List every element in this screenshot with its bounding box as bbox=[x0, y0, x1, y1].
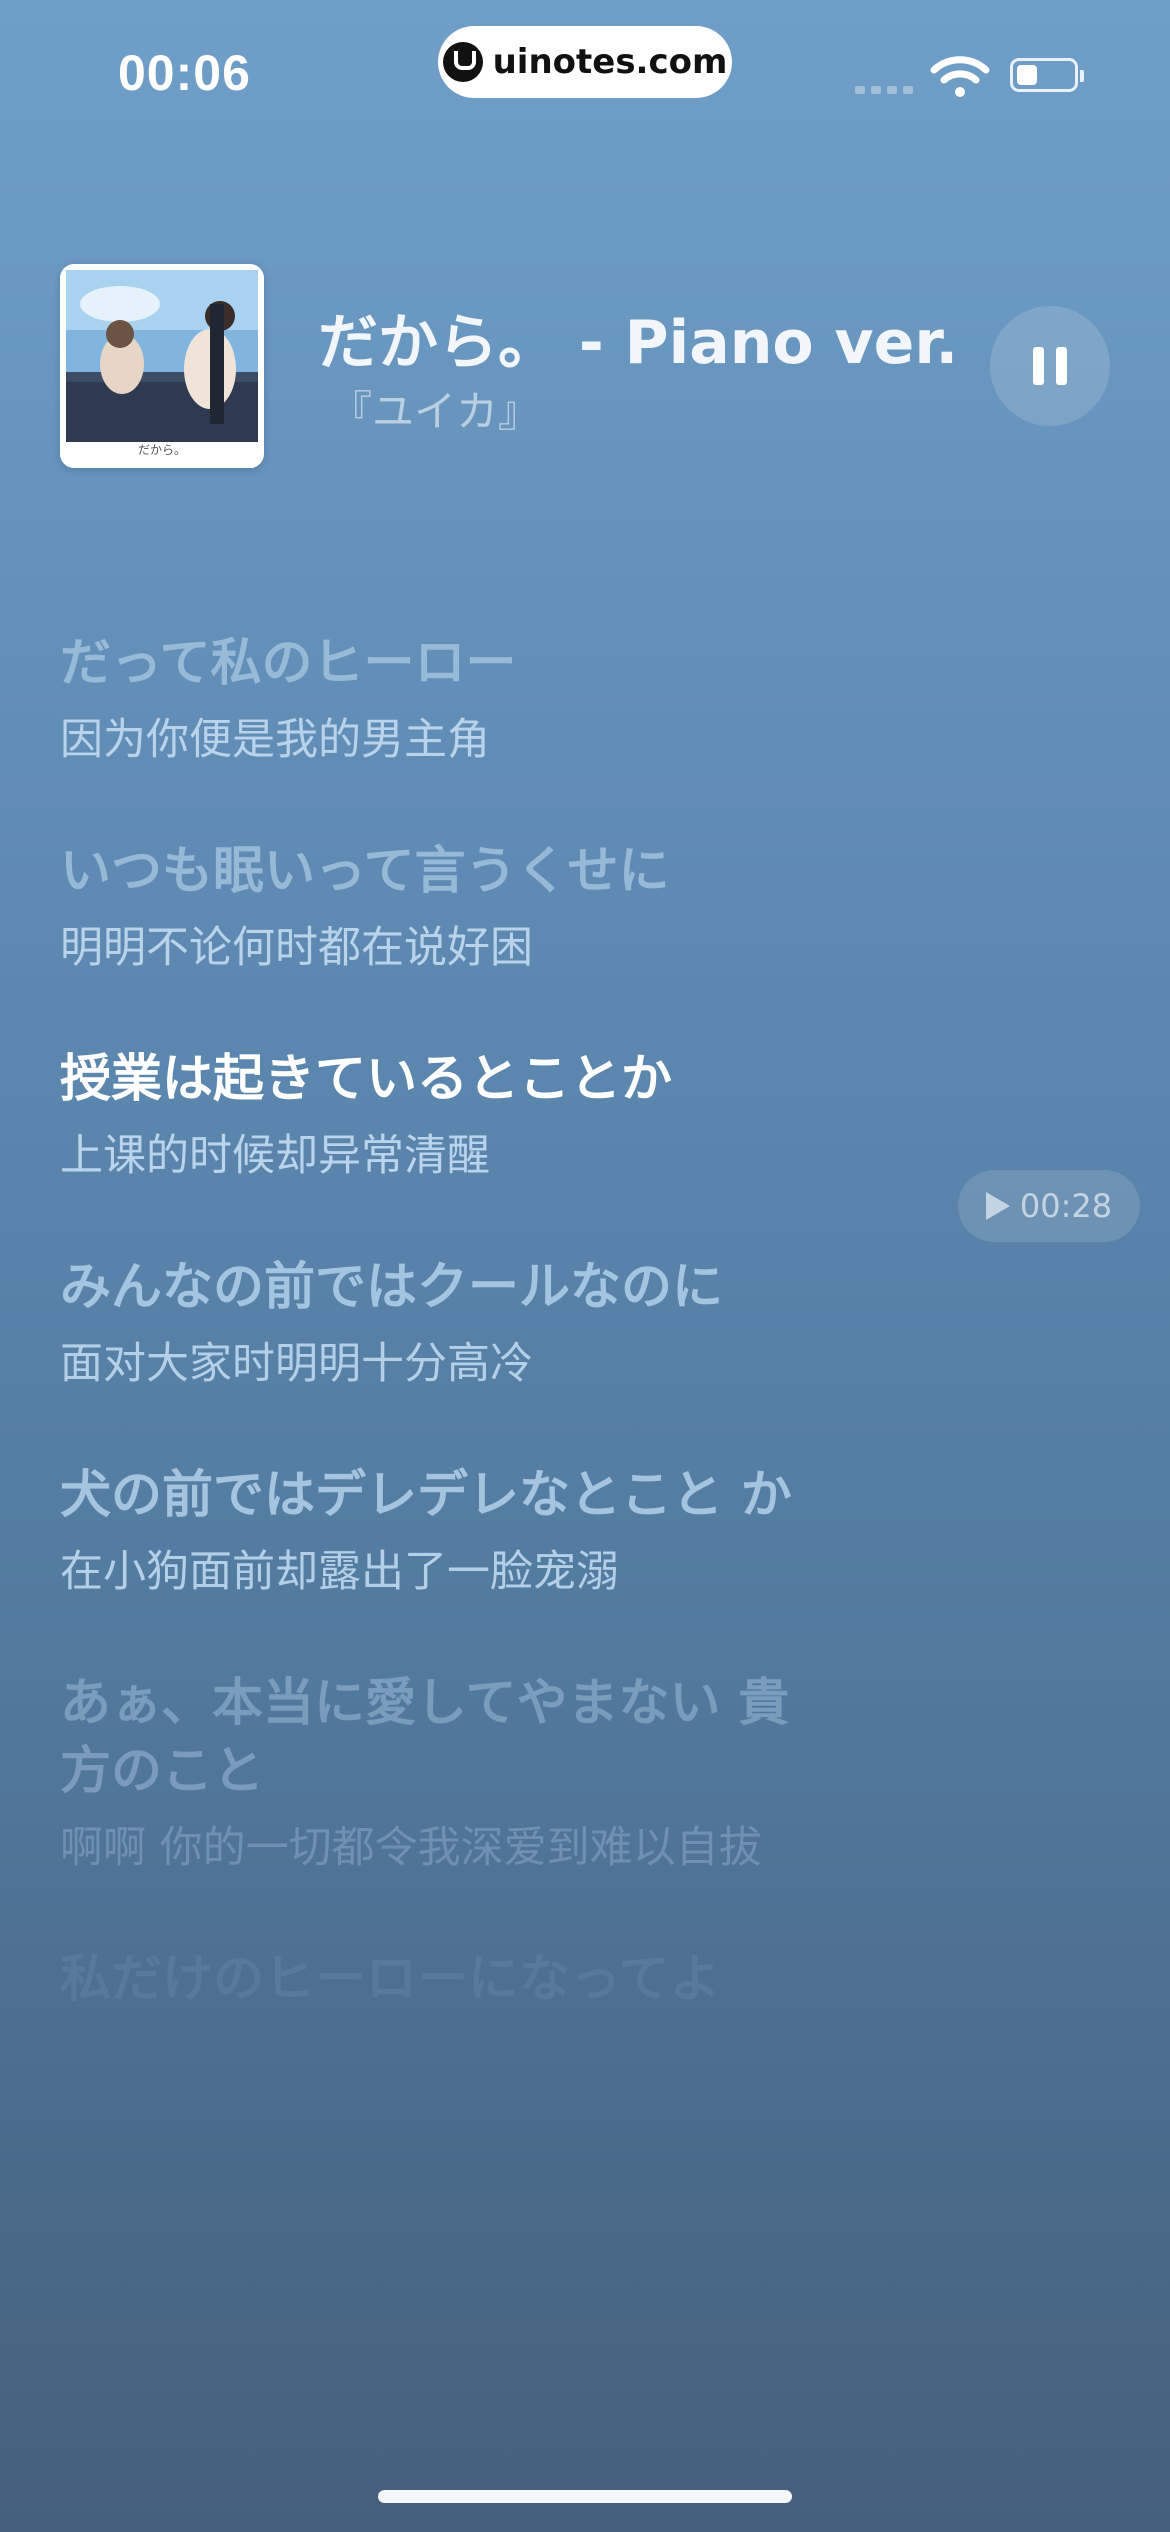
lyric-original: 私だけのヒーローになってよ bbox=[60, 1950, 721, 2009]
pause-icon bbox=[1033, 347, 1044, 385]
artist-name[interactable]: 『ユイカ』 bbox=[330, 378, 540, 439]
lyrics-list[interactable]: だって私のヒーロー因为你便是我的男主角いつも眠いって言うくせに明明不论何时都在说… bbox=[60, 630, 820, 2082]
lyric-original: みんなの前ではクールなのに bbox=[60, 1258, 724, 1317]
lyric-line[interactable]: あぁ、本当に愛してやまない 貴方のこと啊啊 你的一切都令我深爱到难以自拔 bbox=[60, 1670, 820, 1878]
wifi-icon bbox=[930, 54, 990, 102]
lyric-line[interactable]: だって私のヒーロー因为你便是我的男主角 bbox=[60, 630, 820, 770]
lyric-original: 犬の前ではデレデレなとこと か bbox=[60, 1466, 792, 1525]
play-icon bbox=[985, 1192, 1010, 1220]
lyric-line[interactable]: 授業は起きているとことか上课的时候却异常清醒 bbox=[60, 1046, 820, 1186]
lyric-translation: 上课的时候却异常清醒 bbox=[60, 1131, 490, 1181]
album-art[interactable]: だから。 bbox=[60, 264, 264, 468]
lyric-translation: 明明不论何时都在说好困 bbox=[60, 923, 533, 973]
lyric-line[interactable]: 私だけのヒーローになってよ bbox=[60, 1946, 820, 2014]
uinotes-logo-icon bbox=[442, 42, 483, 82]
lyric-translation: 在小狗面前却露出了一脸宠溺 bbox=[60, 1547, 619, 1597]
seek-time: 00:28 bbox=[1019, 1187, 1113, 1225]
cellular-signal-icon bbox=[855, 86, 913, 94]
lyric-translation: 面对大家时明明十分高冷 bbox=[60, 1339, 533, 1389]
lyric-line[interactable]: いつも眠いって言うくせに明明不论何时都在说好困 bbox=[60, 838, 820, 978]
song-title[interactable]: だから。 - Piano ver. bbox=[318, 294, 958, 381]
site-badge-label: uinotes.com bbox=[492, 42, 728, 82]
lyric-original: 授業は起きているとことか bbox=[60, 1050, 673, 1109]
lyric-line[interactable]: 犬の前ではデレデレなとこと か在小狗面前却露出了一脸宠溺 bbox=[60, 1462, 820, 1602]
battery-icon bbox=[1010, 58, 1084, 92]
home-indicator[interactable] bbox=[378, 2490, 792, 2503]
svg-text:だから。: だから。 bbox=[138, 443, 186, 457]
pause-button[interactable] bbox=[990, 306, 1110, 426]
status-time: 00:06 bbox=[118, 45, 251, 101]
lyric-original: あぁ、本当に愛してやまない 貴方のこと bbox=[60, 1674, 790, 1801]
lyric-original: いつも眠いって言うくせに bbox=[60, 842, 670, 901]
site-badge: uinotes.com bbox=[438, 26, 732, 98]
lyric-line[interactable]: みんなの前ではクールなのに面对大家时明明十分高冷 bbox=[60, 1254, 820, 1394]
lyric-original: だって私のヒーロー bbox=[60, 634, 517, 693]
lyric-translation: 啊啊 你的一切都令我深爱到难以自拔 bbox=[60, 1823, 762, 1873]
lyric-translation: 因为你便是我的男主角 bbox=[60, 715, 490, 765]
seek-to-line-button[interactable]: 00:28 bbox=[958, 1170, 1140, 1242]
